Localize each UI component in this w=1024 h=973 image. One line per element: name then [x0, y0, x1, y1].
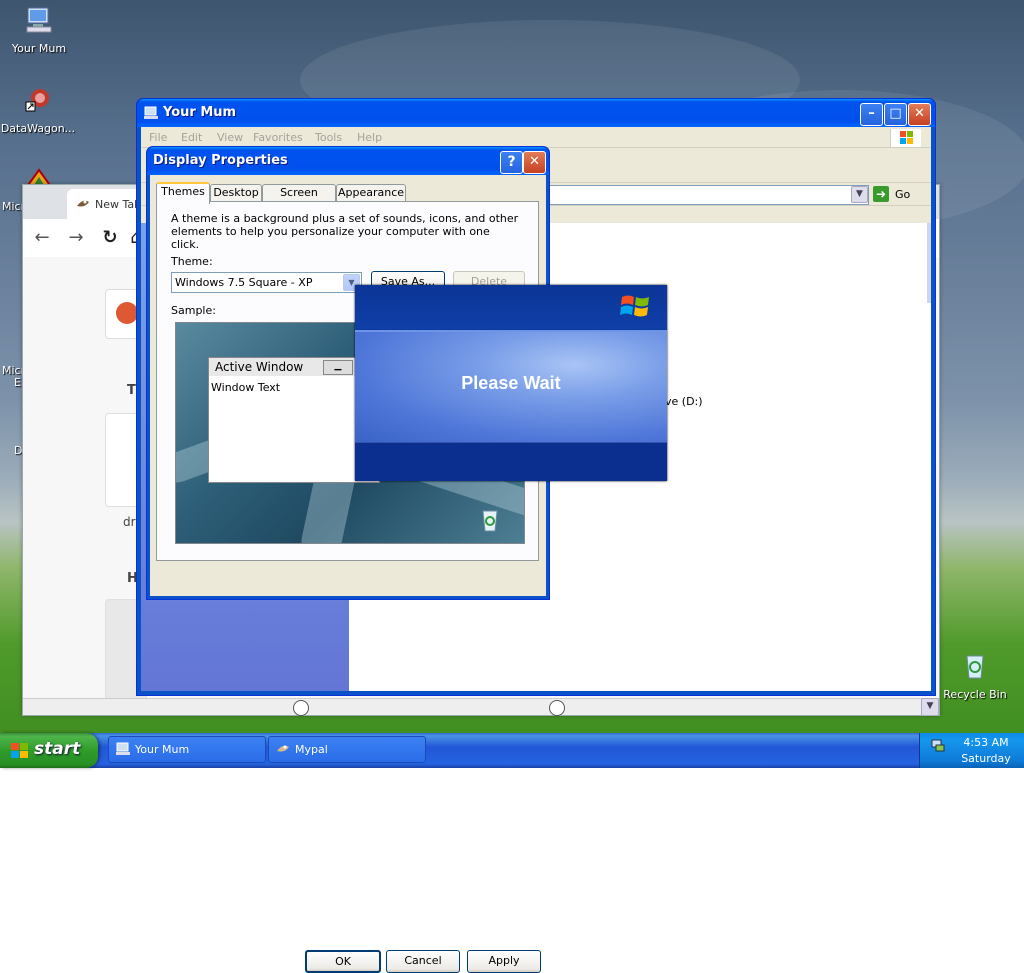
taskbar: start Your Mum Mypal 4:53 AM Saturday: [0, 733, 1024, 768]
ok-button[interactable]: OK: [305, 950, 381, 973]
splash-bottom-band: [355, 443, 667, 481]
mypal-icon: [277, 745, 289, 752]
windows-flag-icon: [890, 129, 921, 147]
desktop-icon-label: Recycle Bin: [943, 688, 1007, 701]
chevron-down-icon[interactable]: ▼: [851, 186, 868, 203]
desktop-icon-label: DataWagon...: [0, 122, 76, 135]
menu-view[interactable]: View: [217, 131, 243, 144]
go-button[interactable]: ➜ Go: [873, 186, 923, 204]
taskbar-button-label: Your Mum: [135, 743, 190, 756]
datawagon-icon: [25, 89, 49, 112]
browser-fragment: T: [127, 383, 136, 398]
help-button[interactable]: ?: [500, 151, 523, 174]
taskbar-button-mypal[interactable]: Mypal: [268, 736, 426, 763]
sample-window-title: Active Window: [215, 360, 304, 374]
windows-logo-icon: [620, 295, 649, 317]
explorer-scrollbar[interactable]: [927, 223, 931, 303]
tab-screen-saver[interactable]: Screen Saver: [262, 184, 336, 215]
themes-description: A theme is a background plus a set of so…: [171, 212, 519, 251]
menu-tools[interactable]: Tools: [315, 131, 342, 144]
theme-select[interactable]: Windows 7.5 Square - XP ▼: [171, 272, 362, 293]
computer-icon: [26, 7, 52, 33]
scroll-down-arrow-icon[interactable]: ▼: [921, 698, 939, 716]
clock-icon: [549, 700, 565, 716]
back-arrow-icon[interactable]: ←: [31, 227, 53, 249]
dialog-footer: OK Cancel Apply: [150, 556, 546, 973]
minimize-button[interactable]: –: [860, 103, 883, 126]
close-button[interactable]: ✕: [908, 103, 931, 126]
recycle-bin-icon: [966, 655, 984, 679]
menu-edit[interactable]: Edit: [181, 131, 202, 144]
drive-label-fragment[interactable]: ve (D:): [665, 395, 703, 408]
tab-desktop[interactable]: Desktop: [210, 184, 262, 202]
theme-label: Theme:: [171, 255, 213, 268]
desktop-icon-label: Your Mum: [11, 42, 67, 55]
desktop-icon-recycle-bin[interactable]: Recycle Bin: [936, 650, 1014, 701]
windows-flag-icon: [11, 743, 28, 758]
start-label: start: [34, 739, 81, 759]
recycle-bin-icon: [482, 510, 498, 532]
start-button[interactable]: start: [0, 733, 98, 768]
dialog-title: Display Properties: [153, 153, 288, 168]
sample-window-text: Window Text: [211, 381, 281, 394]
tab-themes[interactable]: Themes: [156, 182, 210, 204]
system-tray: 4:53 AM Saturday: [919, 733, 1024, 768]
theme-select-value: Windows 7.5 Square - XP: [175, 276, 313, 289]
network-icon[interactable]: [930, 737, 946, 753]
taskbar-button-label: Mypal: [295, 743, 328, 756]
browser-tab-label: New Tab: [95, 198, 142, 211]
taskbar-button-your-mum[interactable]: Your Mum: [108, 736, 266, 763]
go-label: Go: [895, 188, 911, 201]
close-button[interactable]: ✕: [523, 151, 546, 174]
clock-icon: [293, 700, 309, 716]
splash-top-band: [355, 285, 667, 329]
clock-day[interactable]: Saturday: [954, 752, 1018, 765]
explorer-titlebar[interactable]: Your Mum – □ ✕: [137, 99, 935, 127]
desktop-icon-your-mum[interactable]: Your Mum: [0, 4, 78, 55]
please-wait-splash: Please Wait: [355, 285, 667, 481]
menu-favorites[interactable]: Favorites: [253, 131, 303, 144]
menu-file[interactable]: File: [149, 131, 167, 144]
clock-time[interactable]: 4:53 AM: [954, 736, 1018, 749]
explorer-menubar: File Edit View Favorites Tools Help: [141, 127, 931, 148]
maximize-button[interactable]: □: [884, 103, 907, 126]
tab-appearance[interactable]: Appearance: [336, 184, 406, 202]
dialog-titlebar[interactable]: Display Properties ? ✕: [147, 147, 549, 175]
go-arrow-icon: ➜: [873, 186, 889, 202]
mypal-icon: [77, 200, 89, 207]
browser-horizontal-scrollbar[interactable]: ▼: [23, 698, 939, 716]
desktop-icon-datawagon[interactable]: DataWagon...: [0, 84, 78, 135]
computer-icon: [144, 106, 158, 119]
apply-button[interactable]: Apply: [467, 950, 541, 973]
explorer-title: Your Mum: [163, 105, 237, 120]
desktop-partial-label: E: [14, 376, 21, 389]
computer-icon: [116, 742, 130, 755]
duckduckgo-icon: [116, 302, 138, 324]
minimize-icon: ▁: [323, 360, 353, 375]
menu-help[interactable]: Help: [357, 131, 382, 144]
sample-window-titlebar: Active Window ▁: [209, 358, 379, 376]
reload-icon[interactable]: ↻: [99, 227, 121, 249]
please-wait-text: Please Wait: [461, 373, 561, 393]
cancel-button[interactable]: Cancel: [386, 950, 460, 973]
sample-label: Sample:: [171, 304, 216, 317]
forward-arrow-icon[interactable]: →: [65, 227, 87, 249]
